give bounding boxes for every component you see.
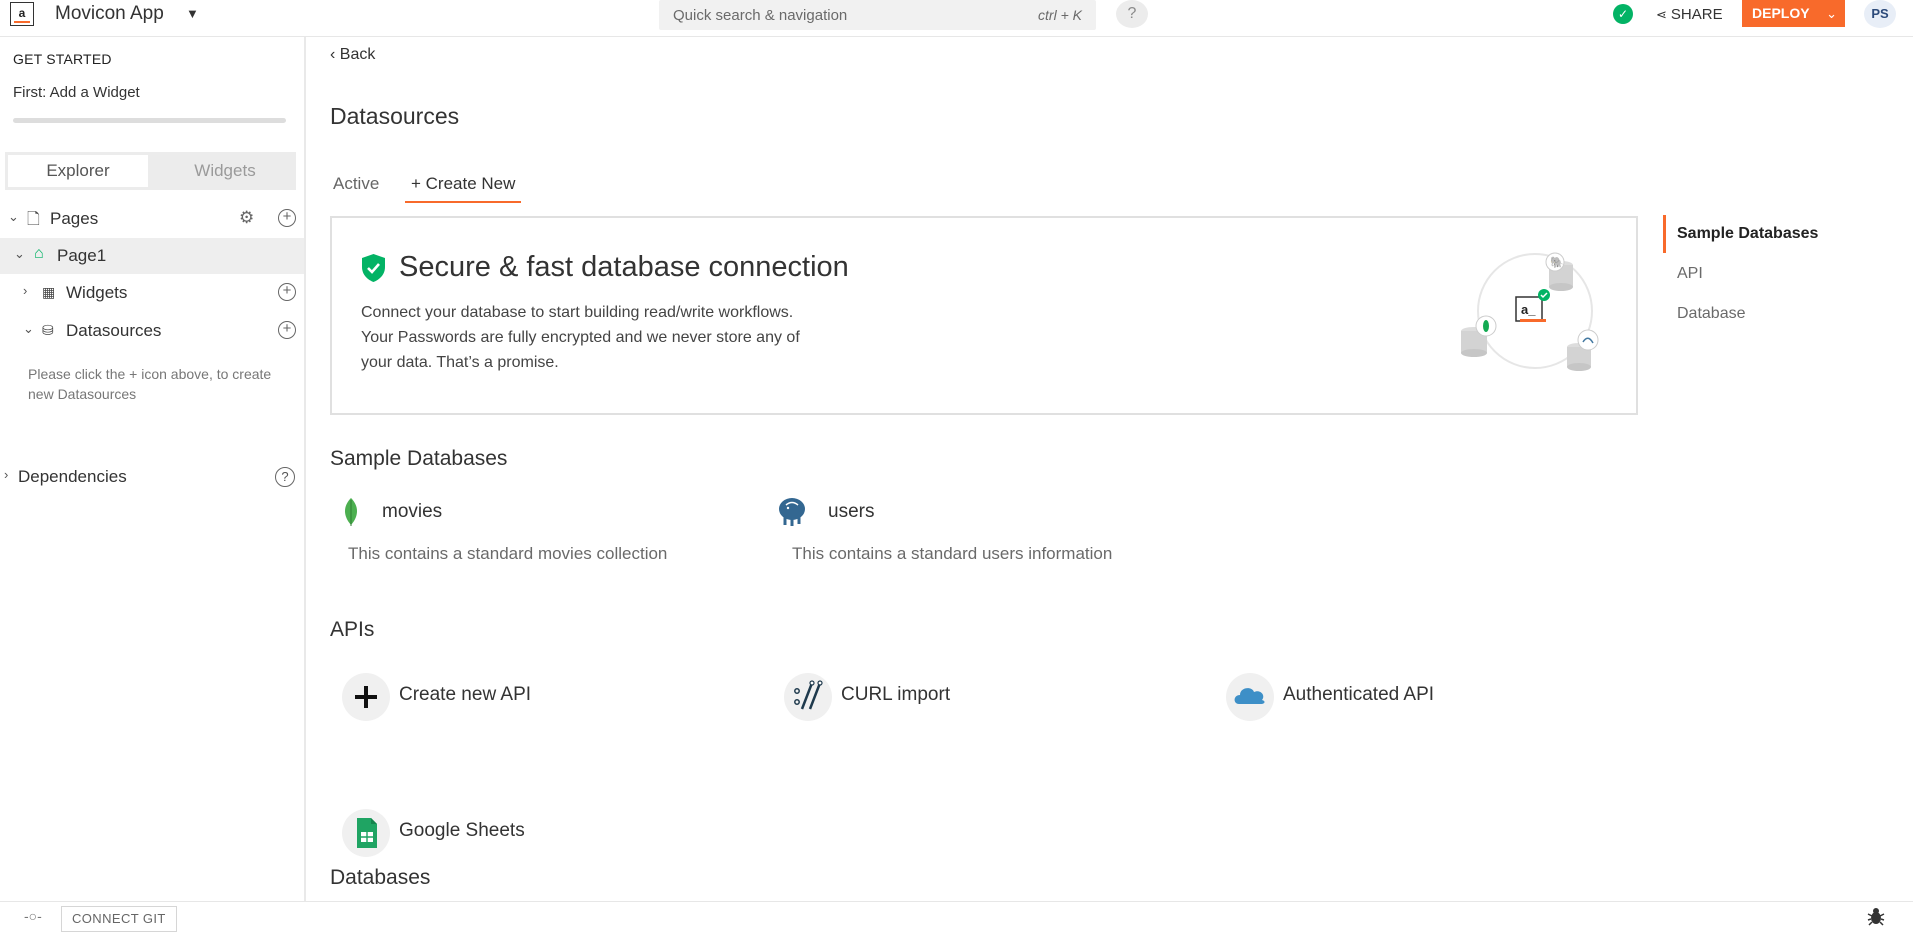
help-button[interactable]: ? bbox=[1116, 0, 1148, 28]
help-icon[interactable]: ? bbox=[275, 467, 295, 487]
deploy-dropdown-chevron-icon[interactable]: ⌄ bbox=[1826, 0, 1837, 27]
main-content: ‹ Back Datasources Active + Create New S… bbox=[306, 37, 1913, 901]
chevron-right-icon[interactable]: › bbox=[23, 283, 27, 298]
add-datasource-icon[interactable]: + bbox=[278, 321, 296, 339]
chevron-down-icon[interactable]: ⌄ bbox=[14, 246, 25, 262]
nav-sample-databases[interactable]: Sample Databases bbox=[1663, 215, 1818, 253]
postgres-elephant-icon bbox=[779, 498, 805, 526]
tab-create-new-label: Create New bbox=[425, 174, 516, 193]
tab-create-new[interactable]: + Create New bbox=[405, 174, 522, 203]
home-icon: ⌂ bbox=[34, 245, 44, 262]
get-started-step[interactable]: First: Add a Widget bbox=[13, 84, 140, 101]
tab-widgets[interactable]: Widgets bbox=[155, 155, 295, 187]
sample-db-card-movies[interactable]: movies This contains a standard movies c… bbox=[330, 497, 750, 577]
api-card-label: Google Sheets bbox=[399, 820, 525, 841]
deploy-label: DEPLOY bbox=[1752, 5, 1810, 21]
back-link[interactable]: ‹ Back bbox=[330, 46, 375, 64]
get-started-title[interactable]: GET STARTED bbox=[13, 51, 112, 67]
tree-item-widgets[interactable]: › ▦ Widgets + bbox=[0, 275, 304, 311]
add-widget-icon[interactable]: + bbox=[278, 283, 296, 301]
widgets-grid-icon: ▦ bbox=[42, 284, 56, 300]
tree-item-datasources[interactable]: ⌄ ⛁ Datasources + bbox=[0, 313, 304, 349]
chevron-down-icon[interactable]: ⌄ bbox=[23, 321, 34, 337]
tab-active[interactable]: Active bbox=[333, 174, 379, 194]
back-label: Back bbox=[339, 46, 376, 63]
chevron-down-icon[interactable]: ⌄ bbox=[8, 209, 19, 225]
gear-icon[interactable]: ⚙ bbox=[239, 208, 254, 228]
dependencies-label: Dependencies bbox=[18, 467, 127, 486]
api-card-label: Authenticated API bbox=[1283, 684, 1435, 705]
page-icon: 🗋 bbox=[27, 211, 40, 228]
api-card-label: Create new API bbox=[399, 684, 532, 705]
share-icon: ⋖ bbox=[1656, 7, 1667, 22]
bottom-bar: -○- CONNECT GIT bbox=[0, 901, 1913, 932]
tab-explorer[interactable]: Explorer bbox=[8, 155, 148, 187]
tree-label-widgets: Widgets bbox=[66, 283, 128, 302]
api-card-authenticated[interactable]: Authenticated API bbox=[1226, 673, 1586, 733]
database-icon: ⛁ bbox=[42, 322, 54, 338]
app-name[interactable]: Movicon App bbox=[55, 3, 164, 25]
top-bar: a Movicon App ▼ Quick search & navigatio… bbox=[0, 0, 1913, 37]
tree-item-page1[interactable]: ⌄ ⌂ Page1 bbox=[0, 238, 304, 274]
api-card-create-new[interactable]: Create new API bbox=[342, 673, 702, 733]
page-title: Datasources bbox=[330, 103, 460, 129]
sidebar: GET STARTED First: Add a Widget Explorer… bbox=[0, 37, 306, 901]
plus-icon bbox=[342, 673, 390, 721]
search-placeholder: Quick search & navigation bbox=[673, 7, 848, 24]
sidebar-tab-switcher: Explorer Widgets bbox=[5, 152, 296, 190]
connect-git-button[interactable]: CONNECT GIT bbox=[61, 906, 177, 932]
tree-label-page1: Page1 bbox=[57, 246, 107, 265]
api-card-google-sheets[interactable]: Google Sheets bbox=[342, 809, 702, 869]
banner-description: Connect your database to start building … bbox=[361, 304, 800, 371]
cloud-icon bbox=[1226, 673, 1274, 721]
apis-title: APIs bbox=[330, 618, 375, 641]
api-card-curl-import[interactable]: CURL import bbox=[784, 673, 1144, 733]
user-avatar[interactable]: PS bbox=[1864, 0, 1896, 28]
banner-title: Secure & fast database connection bbox=[399, 251, 849, 283]
svg-text:a_: a_ bbox=[1521, 302, 1536, 317]
secure-connection-banner: Secure & fast database connection Connec… bbox=[330, 216, 1638, 415]
app-menu-caret-icon[interactable]: ▼ bbox=[186, 6, 199, 21]
database-illustration-icon: a_ 🐘 bbox=[1461, 252, 1599, 371]
add-page-icon[interactable]: + bbox=[278, 209, 296, 227]
dependencies-section[interactable]: › Dependencies ? bbox=[0, 461, 304, 495]
plus-icon: + bbox=[411, 174, 426, 193]
share-label: SHARE bbox=[1670, 6, 1723, 23]
git-commit-icon: -○- bbox=[24, 908, 42, 924]
tree-label-datasources: Datasources bbox=[66, 321, 162, 340]
shield-check-icon bbox=[362, 254, 385, 282]
curl-icon bbox=[784, 673, 832, 721]
tree-item-pages[interactable]: ⌄ 🗋 Pages ⚙ + bbox=[0, 201, 304, 237]
chevron-right-icon[interactable]: › bbox=[4, 467, 8, 482]
nav-api[interactable]: API bbox=[1663, 255, 1703, 293]
svg-text:🐘: 🐘 bbox=[1550, 256, 1564, 269]
share-button[interactable]: ⋖ SHARE bbox=[1656, 6, 1723, 23]
sample-db-name: movies bbox=[382, 501, 443, 522]
saved-status-check-icon: ✓ bbox=[1613, 4, 1633, 24]
mongodb-leaf-icon bbox=[345, 498, 357, 526]
google-sheets-icon bbox=[342, 809, 390, 857]
nav-database[interactable]: Database bbox=[1663, 295, 1746, 333]
datasources-hint: Please click the + icon above, to create… bbox=[28, 366, 272, 402]
sample-db-description: This contains a standard movies collecti… bbox=[348, 544, 668, 563]
deploy-button[interactable]: DEPLOY ⌄ bbox=[1742, 0, 1845, 27]
search-shortcut: ctrl + K bbox=[1038, 7, 1082, 23]
api-card-label: CURL import bbox=[841, 684, 951, 705]
app-logo-icon[interactable]: a bbox=[10, 2, 34, 26]
search-input[interactable]: Quick search & navigation ctrl + K bbox=[659, 0, 1096, 30]
get-started-progress-bar bbox=[13, 118, 286, 123]
sample-db-card-users[interactable]: users This contains a standard users inf… bbox=[772, 497, 1192, 577]
bug-icon[interactable] bbox=[1865, 905, 1887, 927]
chevron-left-icon: ‹ bbox=[330, 46, 340, 63]
sample-db-description: This contains a standard users informati… bbox=[792, 544, 1113, 563]
databases-title: Databases bbox=[330, 866, 431, 889]
sample-databases-title: Sample Databases bbox=[330, 447, 508, 470]
tree-label-pages: Pages bbox=[50, 209, 99, 228]
sample-db-name: users bbox=[828, 501, 875, 522]
